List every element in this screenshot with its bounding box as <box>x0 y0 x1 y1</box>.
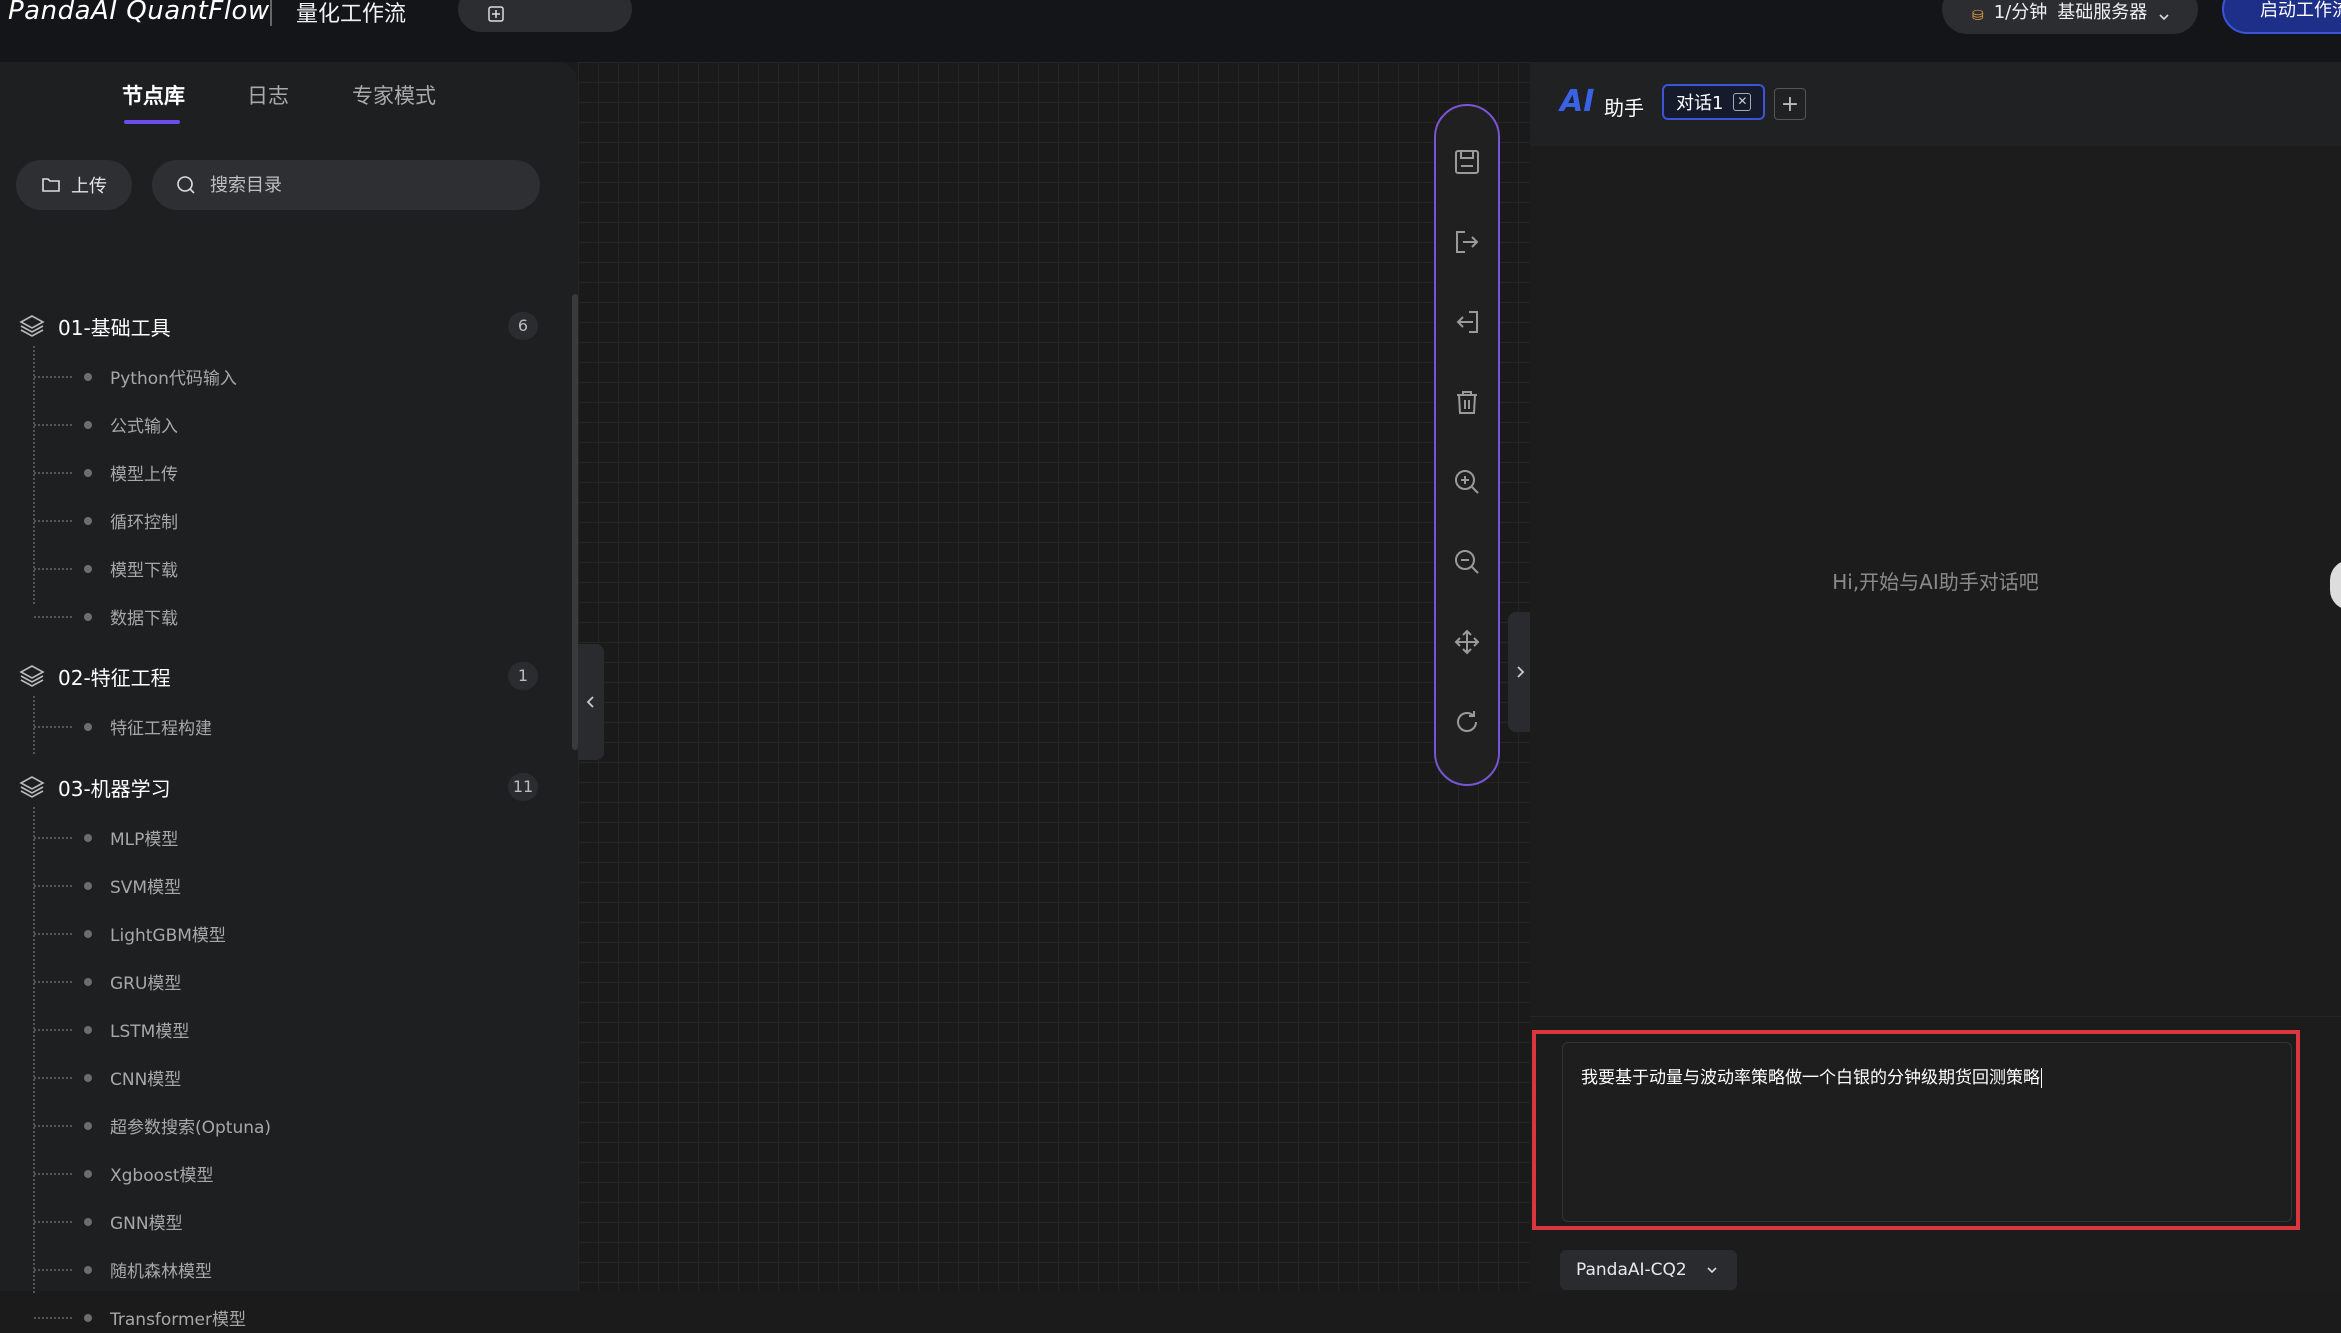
ai-header: AI 助手 对话1 ✕ + <box>1530 62 2341 146</box>
tab-expert-mode[interactable]: 专家模式 <box>352 80 436 110</box>
layers-icon <box>19 776 45 798</box>
import-button[interactable] <box>1449 304 1485 340</box>
import-icon <box>1456 311 1478 333</box>
category-machine-learning[interactable]: 03-机器学习 11 <box>18 767 538 807</box>
collapse-left-panel-button[interactable] <box>578 644 604 760</box>
layers-icon <box>19 665 45 687</box>
brand-logo: PandaAI QuantFlow <box>8 0 270 26</box>
server-selector[interactable]: ⛁ 1/分钟 基础服务器 <box>1942 0 2198 34</box>
node-item[interactable]: GRU模型 <box>30 967 510 997</box>
search-input[interactable] <box>208 173 512 197</box>
category-count: 1 <box>508 662 538 690</box>
save-icon <box>1455 150 1479 174</box>
category-label: 01-基础工具 <box>58 315 171 340</box>
zoom-out-icon <box>1455 550 1479 574</box>
chevron-right-icon <box>1517 666 1525 678</box>
expand-ai-panel-button[interactable] <box>1508 612 1532 732</box>
empty-chat-hint: Hi,开始与AI助手对话吧 <box>1832 570 2039 594</box>
catalog-search[interactable] <box>152 160 540 210</box>
category-label: 02-特征工程 <box>58 665 171 690</box>
ai-logo: AI <box>1560 84 1595 119</box>
node-item[interactable]: 数据下载 <box>30 602 510 632</box>
chevron-left-icon <box>586 696 594 708</box>
input-divider <box>1530 1016 2341 1017</box>
node-item[interactable]: LSTM模型 <box>30 1015 510 1045</box>
node-item[interactable]: SVM模型 <box>30 871 510 901</box>
left-tabs: 节点库 日志 专家模式 <box>0 62 578 124</box>
chevron-down-icon <box>2159 14 2169 21</box>
node-item[interactable]: CNN模型 <box>30 1063 510 1093</box>
category-count: 11 <box>508 773 538 801</box>
category-basic-tools[interactable]: 01-基础工具 6 <box>18 306 538 346</box>
create-workflow-button[interactable]: 创建工作流 <box>458 0 632 32</box>
node-item[interactable]: 公式输入 <box>30 410 510 440</box>
category-count: 6 <box>508 312 538 340</box>
move-icon <box>1454 629 1480 655</box>
layers-icon <box>19 315 45 337</box>
node-item[interactable]: Transformer模型 <box>30 1303 510 1333</box>
start-workflow-button[interactable]: 启动工作流 <box>2222 0 2341 34</box>
top-bar: PandaAI QuantFlow 量化工作流 创建工作流 ⛁ 1/分钟 基础服… <box>0 0 2341 62</box>
zoom-in-button[interactable] <box>1449 464 1485 500</box>
category-label: 03-机器学习 <box>58 776 171 801</box>
server-name: 基础服务器 <box>2057 2 2148 23</box>
node-item[interactable]: MLP模型 <box>30 823 510 853</box>
folder-icon <box>42 178 60 192</box>
brand-subtitle: 量化工作流 <box>296 2 407 27</box>
ai-title: 助手 <box>1604 96 1644 120</box>
move-button[interactable] <box>1449 624 1485 660</box>
node-library-panel: 节点库 日志 专家模式 上传 01-基础工具 6 Python代码输入 <box>0 62 578 1330</box>
node-item[interactable]: 特征工程构建 <box>30 712 510 742</box>
upload-label: 上传 <box>71 176 107 197</box>
chat-tab-1[interactable]: 对话1 ✕ <box>1662 84 1766 120</box>
export-button[interactable] <box>1449 224 1485 260</box>
refresh-icon <box>1457 711 1477 732</box>
create-workflow-label: 创建工作流 <box>512 0 602 22</box>
chat-tab-label: 对话1 <box>1676 93 1724 114</box>
input-highlight-box <box>1532 1030 2300 1230</box>
node-item[interactable]: Python代码输入 <box>30 362 510 392</box>
node-item[interactable]: 超参数搜索(Optuna) <box>30 1111 510 1141</box>
export-icon <box>1456 231 1479 253</box>
model-label: PandaAI-CQ2 <box>1576 1260 1687 1280</box>
chevron-down-icon <box>1707 1267 1717 1274</box>
server-rate: 1/分钟 <box>1993 2 2048 23</box>
add-chat-button[interactable]: + <box>1774 88 1806 120</box>
refresh-button[interactable] <box>1449 704 1485 740</box>
node-item[interactable]: 模型上传 <box>30 458 510 488</box>
node-item[interactable]: 循环控制 <box>30 506 510 536</box>
active-tab-indicator <box>124 120 180 124</box>
node-item[interactable]: Xgboost模型 <box>30 1159 510 1189</box>
plus-square-icon <box>488 6 504 22</box>
node-item[interactable]: GNN模型 <box>30 1207 510 1237</box>
category-feature-engineering[interactable]: 02-特征工程 1 <box>18 656 538 696</box>
model-selector[interactable]: PandaAI-CQ2 <box>1560 1250 1737 1290</box>
tab-log[interactable]: 日志 <box>247 80 289 110</box>
zoom-in-icon <box>1455 470 1479 494</box>
close-icon[interactable]: ✕ <box>1733 93 1752 111</box>
upload-button[interactable]: 上传 <box>16 160 132 210</box>
coin-icon: ⛁ <box>1972 8 1984 24</box>
save-button[interactable] <box>1449 144 1485 180</box>
node-item[interactable]: 随机森林模型 <box>30 1255 510 1285</box>
brand-divider <box>270 0 272 26</box>
tab-node-library[interactable]: 节点库 <box>122 80 185 110</box>
search-icon <box>177 176 195 194</box>
zoom-out-button[interactable] <box>1449 544 1485 580</box>
node-item[interactable]: 模型下载 <box>30 554 510 584</box>
workflow-canvas[interactable] <box>578 62 1530 1291</box>
delete-icon <box>1457 391 1477 414</box>
canvas-toolbar <box>1434 104 1500 786</box>
delete-button[interactable] <box>1449 384 1485 420</box>
node-item[interactable]: LightGBM模型 <box>30 919 510 949</box>
